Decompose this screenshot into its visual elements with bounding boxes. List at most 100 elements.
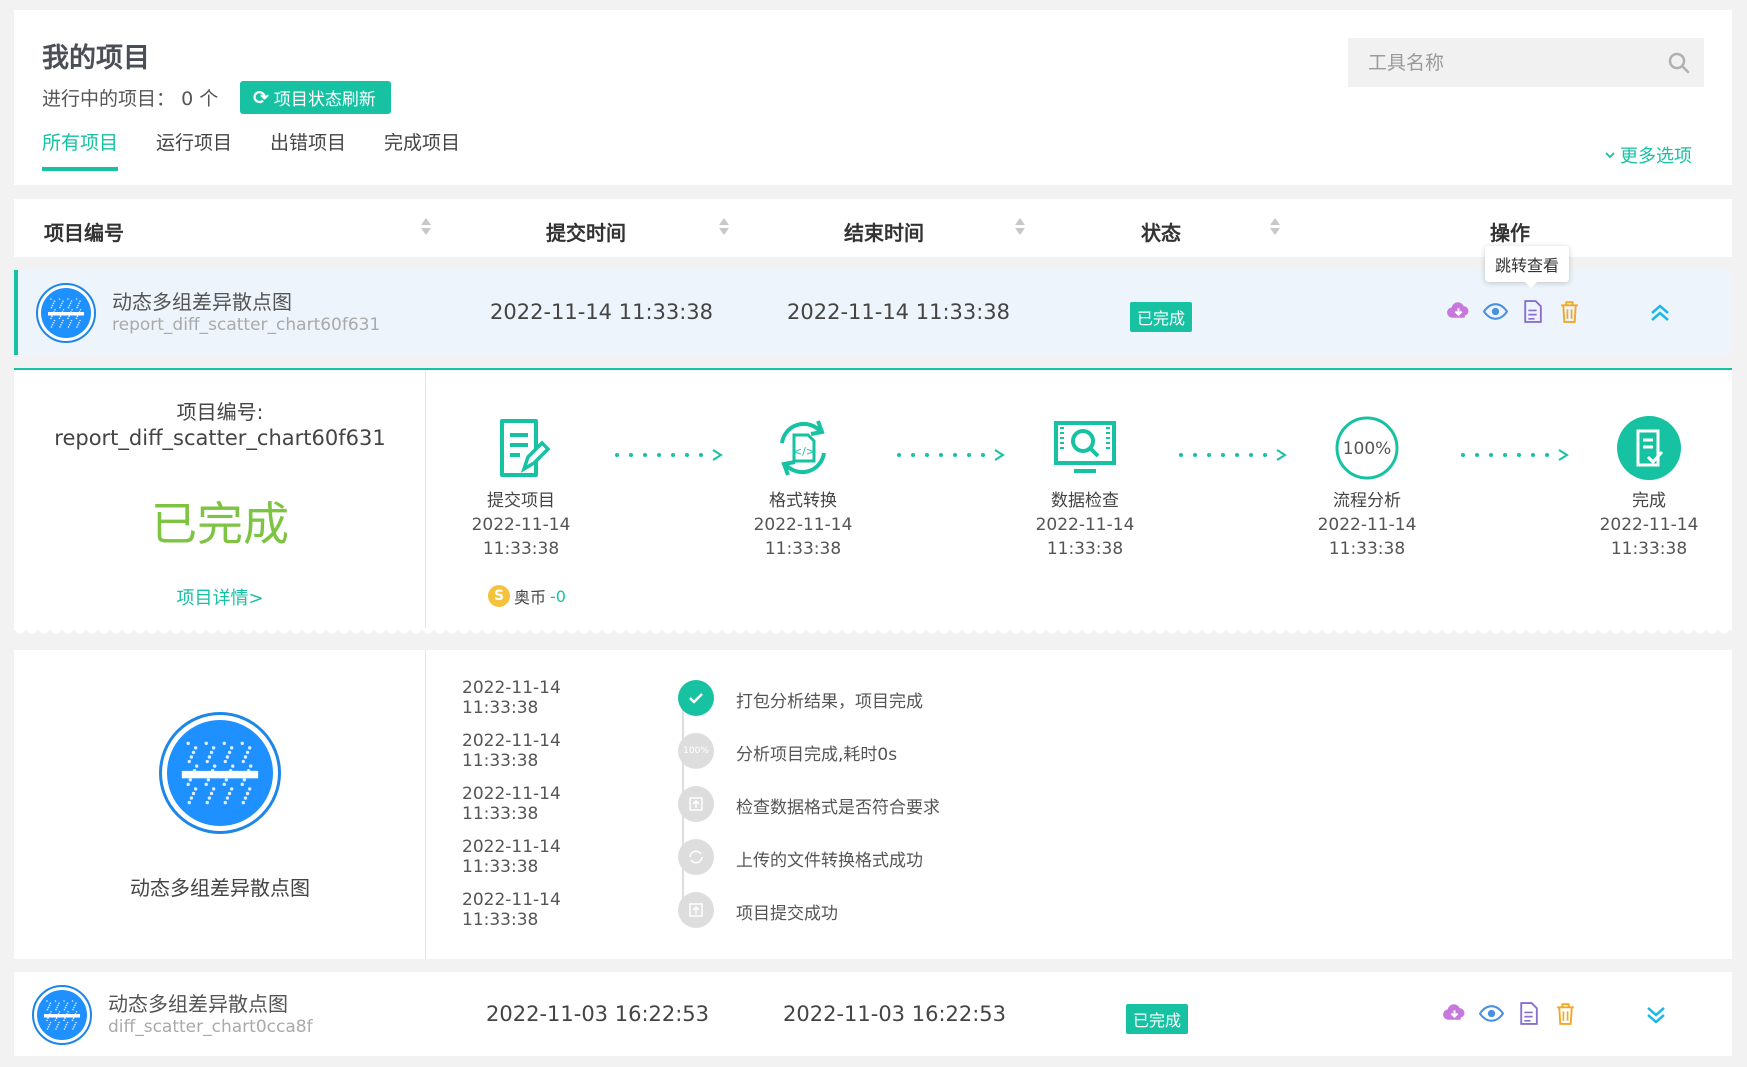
trash-icon[interactable] (1557, 299, 1582, 324)
timeline-text: 打包分析结果，项目完成 (736, 692, 923, 712)
step-time: 11:33:38 (482, 539, 560, 559)
scatter-thumbnail-icon (167, 720, 273, 826)
tab-error-projects[interactable]: 出错项目 (270, 128, 346, 171)
step-date: 2022-11-14 (1599, 515, 1699, 535)
step-date: 2022-11-14 (471, 515, 571, 535)
eye-icon[interactable] (1483, 299, 1508, 324)
step-name: 完成 (1632, 491, 1666, 511)
percent-badge: 100% (1343, 439, 1392, 459)
timeline-item: 2022-11-14 11:33:38 项目提交成功 (462, 890, 1362, 930)
timeline-text: 项目提交成功 (736, 904, 838, 924)
timeline-text: 分析项目完成,耗时0s (736, 745, 898, 765)
timeline-time: 2022-11-14 11:33:38 (462, 837, 561, 877)
timeline-item: 2022-11-14 11:33:38 100% 分析项目完成,耗时0s (462, 731, 1362, 771)
dotted-arrow (1179, 449, 1287, 461)
scatter-pattern-icon (44, 1000, 80, 1030)
tab-running-projects[interactable]: 运行项目 (156, 128, 232, 171)
detail-summary: 项目编号: report_diff_scatter_chart60f631 已完… (14, 370, 426, 630)
cloud-download-icon[interactable] (1446, 299, 1471, 324)
timeline-time: 2022-11-14 11:33:38 (462, 731, 561, 771)
header-card: 我的项目 进行中的项目： 0 个 ⟳ 项目状态刷新 所有项目 运行项目 出错项目… (14, 10, 1732, 185)
column-actions: 操作 (1490, 221, 1530, 245)
upload-icon (678, 786, 714, 822)
step-time: 11:33:38 (1610, 539, 1688, 559)
more-options-label: 更多选项 (1620, 146, 1692, 167)
search-icon[interactable] (1668, 52, 1690, 74)
status-badge: 已完成 (1130, 302, 1193, 332)
scatter-thumbnail-icon (41, 288, 91, 338)
column-end-time[interactable]: 结束时间 (844, 217, 924, 246)
upload-icon (678, 892, 714, 928)
table-row[interactable]: 动态多组差异散点图 report_diff_scatter_chart60f63… (14, 270, 1732, 355)
percent-icon: 100% (1335, 416, 1399, 480)
more-options-link[interactable]: 更多选项 (1604, 142, 1692, 168)
timeline-text: 上传的文件转换格式成功 (736, 851, 923, 871)
step-convert: </> 格式转换 2022-11-14 11:33:38 (718, 415, 888, 561)
step-time: 11:33:38 (764, 539, 842, 559)
edit-doc-icon (500, 419, 551, 477)
step-date: 2022-11-14 (1317, 515, 1417, 535)
refresh-icon: ⟳ (253, 86, 269, 109)
dotted-arrow (1461, 449, 1569, 461)
timeline-time: 2022-11-14 11:33:38 (462, 784, 561, 824)
project-id: report_diff_scatter_chart60f631 (112, 315, 381, 335)
check-icon (678, 680, 714, 716)
project-avatar (36, 283, 96, 343)
scatter-thumbnail-icon (37, 990, 87, 1040)
column-project-id[interactable]: 项目编号 (44, 217, 124, 246)
detail-id-label: 项目编号: (176, 400, 264, 424)
submit-time: 2022-11-03 16:22:53 (486, 1002, 710, 1026)
tab-completed-projects[interactable]: 完成项目 (384, 128, 460, 171)
coin-icon: S (488, 585, 510, 607)
cloud-download-icon[interactable] (1442, 1001, 1467, 1026)
sort-icon[interactable] (1015, 216, 1025, 238)
done-doc-icon (1617, 416, 1681, 480)
row-actions (1442, 1001, 1578, 1026)
eye-icon[interactable] (1479, 1001, 1504, 1026)
column-submit-time[interactable]: 提交时间 (546, 217, 626, 246)
refresh-status-button[interactable]: ⟳ 项目状态刷新 (240, 81, 391, 114)
sort-icon[interactable] (1270, 216, 1280, 238)
table-row[interactable]: 动态多组差异散点图 diff_scatter_chart0cca8f 2022-… (14, 972, 1732, 1056)
search-input[interactable] (1368, 51, 1668, 74)
running-projects: 进行中的项目： 0 个 (42, 84, 218, 111)
project-avatar-large (159, 712, 281, 834)
status-badge: 已完成 (1126, 1004, 1189, 1034)
table-header: 项目编号 提交时间 结束时间 状态 操作 (14, 199, 1732, 257)
end-time: 2022-11-14 11:33:38 (787, 300, 1011, 324)
coin-value: -0 (550, 586, 566, 606)
timeline-text: 检查数据格式是否符合要求 (736, 798, 940, 818)
sort-icon[interactable] (421, 216, 431, 238)
column-status[interactable]: 状态 (1141, 217, 1181, 246)
expand-down-icon[interactable] (1644, 1003, 1668, 1027)
timeline-time: 2022-11-14 11:33:38 (462, 890, 561, 930)
step-name: 数据检查 (1051, 491, 1119, 511)
step-name: 格式转换 (769, 491, 837, 511)
step-date: 2022-11-14 (1035, 515, 1135, 535)
project-tabs: 所有项目 运行项目 出错项目 完成项目 (42, 128, 460, 171)
tab-all-projects[interactable]: 所有项目 (42, 128, 119, 171)
dotted-arrow (615, 449, 723, 461)
submit-time: 2022-11-14 11:33:38 (490, 300, 714, 324)
collapse-up-icon[interactable] (1648, 301, 1672, 325)
coin-cost: S 奥币 -0 (488, 584, 566, 608)
divider-wave (14, 628, 1732, 636)
row-actions (1446, 299, 1582, 324)
document-icon[interactable] (1516, 1001, 1541, 1026)
project-id: diff_scatter_chart0cca8f (108, 1017, 313, 1037)
timeline-time: 2022-11-14 11:33:38 (462, 678, 561, 718)
timeline-item: 2022-11-14 11:33:38 检查数据格式是否符合要求 (462, 784, 1362, 824)
document-icon[interactable] (1520, 299, 1545, 324)
scatter-pattern-icon (181, 741, 259, 805)
detail-status: 已完成 (151, 497, 289, 551)
project-detail-panel: 项目编号: report_diff_scatter_chart60f631 已完… (14, 368, 1732, 630)
convert-icon: </> (780, 420, 826, 476)
refresh-label: 项目状态刷新 (273, 90, 376, 110)
trash-icon[interactable] (1553, 1001, 1578, 1026)
coin-label: 奥币 (514, 588, 547, 607)
percent-icon: 100% (678, 733, 714, 769)
project-details-link[interactable]: 项目详情> (14, 584, 426, 610)
sort-icon[interactable] (719, 216, 729, 238)
timeline-item: 2022-11-14 11:33:38 打包分析结果，项目完成 (462, 678, 1362, 718)
step-complete: 完成 2022-11-14 11:33:38 (1564, 415, 1734, 561)
